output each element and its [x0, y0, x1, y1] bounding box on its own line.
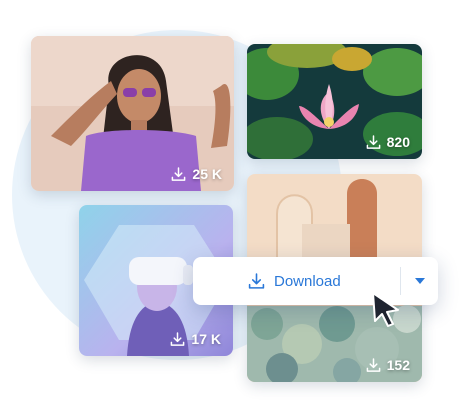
download-icon — [366, 357, 380, 372]
caret-down-icon — [414, 278, 425, 284]
download-count: 17 K — [170, 331, 221, 347]
download-icon — [366, 134, 380, 149]
download-button[interactable]: Download — [193, 257, 400, 305]
download-count-label: 820 — [386, 134, 410, 150]
download-icon — [172, 166, 186, 181]
mouse-cursor-icon — [372, 292, 399, 327]
download-count: 25 K — [171, 166, 222, 182]
download-options-toggle[interactable] — [401, 257, 438, 305]
download-count: 820 — [366, 134, 410, 150]
download-count: 152 — [366, 357, 410, 373]
download-count-label: 152 — [386, 357, 410, 373]
download-button-label: Download — [274, 272, 341, 290]
download-count-label: 17 K — [191, 331, 221, 347]
download-count-label: 25 K — [192, 166, 222, 182]
download-icon — [171, 331, 185, 346]
download-icon — [248, 272, 265, 289]
image-card-portrait[interactable]: 25 K — [31, 36, 234, 191]
image-card-lotus[interactable]: 820 — [247, 44, 422, 159]
